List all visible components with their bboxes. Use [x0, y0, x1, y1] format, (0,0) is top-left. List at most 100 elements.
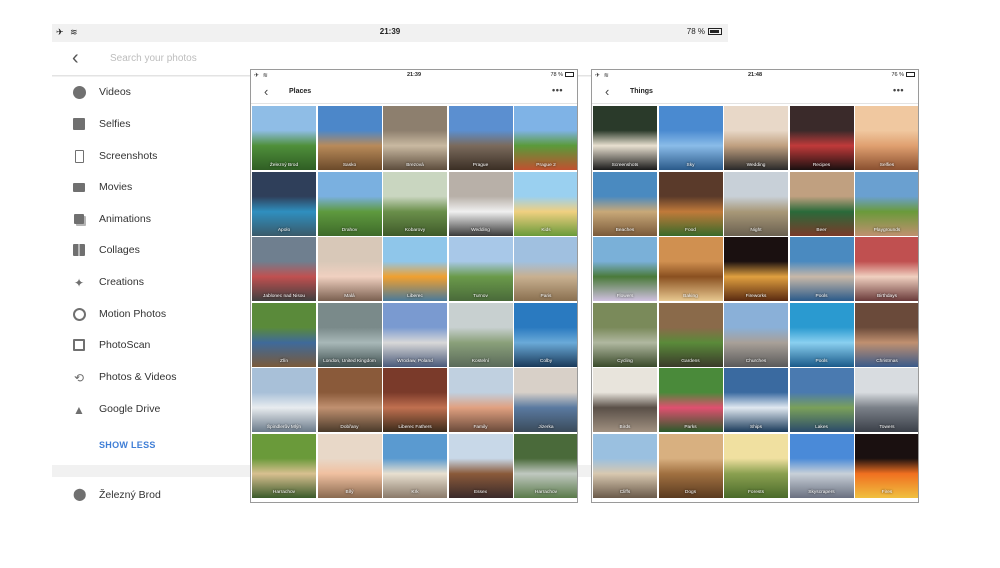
photo-tile-label: Playgrounds	[873, 228, 901, 233]
photo-tile[interactable]: Night	[724, 171, 788, 236]
photo-tile[interactable]: Bílý	[317, 433, 382, 498]
photo-tile[interactable]: Family	[448, 368, 513, 432]
photo-tile-label: Brezová	[406, 162, 424, 168]
photo-tile[interactable]: Recipes	[789, 106, 854, 170]
photo-tile[interactable]: Dobřany	[317, 368, 382, 432]
status-time: 21:39	[406, 72, 422, 78]
photo-tile[interactable]: Colby	[514, 302, 577, 367]
photo-tile[interactable]: Cliffs	[593, 433, 657, 498]
photo-tile[interactable]: Liberec Fathers	[383, 368, 447, 432]
photo-tile[interactable]: Kids	[514, 171, 577, 236]
category-label: Selfies	[99, 118, 131, 130]
category-label: Screenshots	[99, 150, 158, 162]
photo-tile[interactable]: Brezová	[383, 106, 447, 170]
photo-tile-label: Selfies	[879, 162, 895, 168]
photo-tile[interactable]: Cycling	[593, 302, 657, 367]
photo-tile[interactable]: Sky	[658, 106, 723, 170]
page-title: Places	[289, 88, 312, 95]
photo-tile[interactable]: Jablonec nad Nisou	[252, 237, 316, 301]
photo-tile-label: Dobřany	[340, 424, 359, 430]
photo-tile[interactable]: Harrachov	[252, 433, 316, 498]
photo-tile-label: Harrachov	[272, 490, 296, 495]
category-label: Collages	[99, 244, 140, 256]
photo-tile[interactable]: Wedding	[724, 106, 788, 170]
photo-tile[interactable]: Lakes	[789, 368, 854, 432]
photo-tile[interactable]: Turnov	[448, 237, 513, 301]
photo-tile[interactable]: Prague 2	[514, 106, 577, 170]
photo-tile[interactable]: Essex	[448, 433, 513, 498]
photo-tile[interactable]: Fires	[855, 433, 918, 498]
photo-tile[interactable]: Zlín	[252, 302, 316, 367]
status-time: 21:39	[379, 27, 401, 36]
photo-tile[interactable]: Špindlerův Mlýn	[252, 368, 316, 432]
photoscan-icon	[72, 339, 86, 353]
photo-tile[interactable]: Beer	[789, 171, 854, 236]
more-options-icon[interactable]: •••	[893, 85, 904, 95]
photo-tile[interactable]: Parks	[658, 368, 723, 432]
photo-tile-label: Prague	[472, 162, 489, 168]
photo-tile-label: Parks	[684, 424, 697, 430]
photo-tile[interactable]: Food	[658, 171, 723, 236]
photo-tile[interactable]: Churches	[724, 302, 788, 367]
photo-tile[interactable]: Pools	[789, 237, 854, 301]
photo-tile[interactable]: Dogs	[658, 433, 723, 498]
photo-tile[interactable]: Kostelní	[448, 302, 513, 367]
page-title: Things	[630, 88, 653, 95]
photo-tile[interactable]: Harrachov	[514, 433, 577, 498]
photo-tile-label: Dogs	[684, 490, 697, 495]
photo-tile[interactable]: Drahov	[317, 171, 382, 236]
photo-tile[interactable]: Towers	[855, 368, 918, 432]
battery-indicator: 76 %	[891, 72, 915, 78]
photo-tile[interactable]: Sasko	[317, 106, 382, 170]
photo-tile[interactable]: Birthdays	[855, 237, 918, 301]
photo-tile[interactable]: Flowers	[593, 237, 657, 301]
play-circle-icon	[72, 86, 86, 100]
search-input[interactable]: Search your photos	[110, 53, 197, 64]
photo-tile[interactable]: Christmas	[855, 302, 918, 367]
category-label: PhotoScan	[99, 339, 151, 351]
photo-tile[interactable]: Beaches	[593, 171, 657, 236]
photo-tile[interactable]: London, United Kingdom	[317, 302, 382, 367]
back-arrow-icon[interactable]: ‹	[605, 84, 609, 99]
photo-tile[interactable]: Wedding	[448, 171, 513, 236]
photo-tile-label: Zlín	[280, 359, 288, 364]
places-header: ‹ Places •••	[251, 81, 577, 104]
photo-tile-label: Fires	[881, 490, 893, 495]
photo-tile[interactable]: Wrocław, Poland	[383, 302, 447, 367]
photo-tile[interactable]: Kobarovy	[383, 171, 447, 236]
photo-tile[interactable]: Baking	[658, 237, 723, 301]
sparkle-icon: ✦	[73, 276, 85, 290]
show-less-link[interactable]: SHOW LESS	[99, 440, 156, 450]
photo-tile[interactable]: Selfies	[855, 106, 918, 170]
photo-tile[interactable]: Prague	[448, 106, 513, 170]
photo-tile[interactable]: Pools	[789, 302, 854, 367]
photo-tile[interactable]: Malá	[317, 237, 382, 301]
photo-tile-label: Jizerka	[538, 424, 554, 430]
photo-tile[interactable]: Gardens	[658, 302, 723, 367]
photo-tile-label: Wedding	[471, 228, 490, 233]
photo-tile[interactable]: Skyscrapers	[789, 433, 854, 498]
photo-tile[interactable]: Forests	[724, 433, 788, 498]
back-arrow-icon[interactable]: ‹	[264, 84, 268, 99]
battery-level: 76 %	[891, 72, 904, 78]
photo-tile-label: Liberec	[407, 293, 423, 299]
photo-tile[interactable]: Železný Brod	[252, 106, 316, 170]
photo-tile-label: Skyscrapers	[808, 490, 835, 495]
back-arrow-icon[interactable]: ‹	[72, 47, 79, 70]
photo-tile[interactable]: Playgrounds	[855, 171, 918, 236]
photo-tile[interactable]: Paris	[514, 237, 577, 301]
battery-level: 78 %	[686, 27, 705, 36]
photo-tile[interactable]: Ships	[724, 368, 788, 432]
photo-tile[interactable]: Screenshots	[593, 106, 657, 170]
more-options-icon[interactable]: •••	[552, 85, 563, 95]
photo-tile[interactable]: Birds	[593, 368, 657, 432]
photo-tile-label: Sky	[686, 162, 695, 168]
status-bar: ✈ ≋ 21:39 78 %	[52, 24, 728, 41]
battery-icon	[708, 28, 722, 36]
photo-tile[interactable]: Jizerka	[514, 368, 577, 432]
photo-tile[interactable]: Fireworks	[724, 237, 788, 301]
photo-tile[interactable]: Apolo	[252, 171, 316, 236]
photo-tile[interactable]: Liberec	[383, 237, 447, 301]
category-label: Creations	[99, 276, 144, 288]
photo-tile[interactable]: Krk	[383, 433, 447, 498]
